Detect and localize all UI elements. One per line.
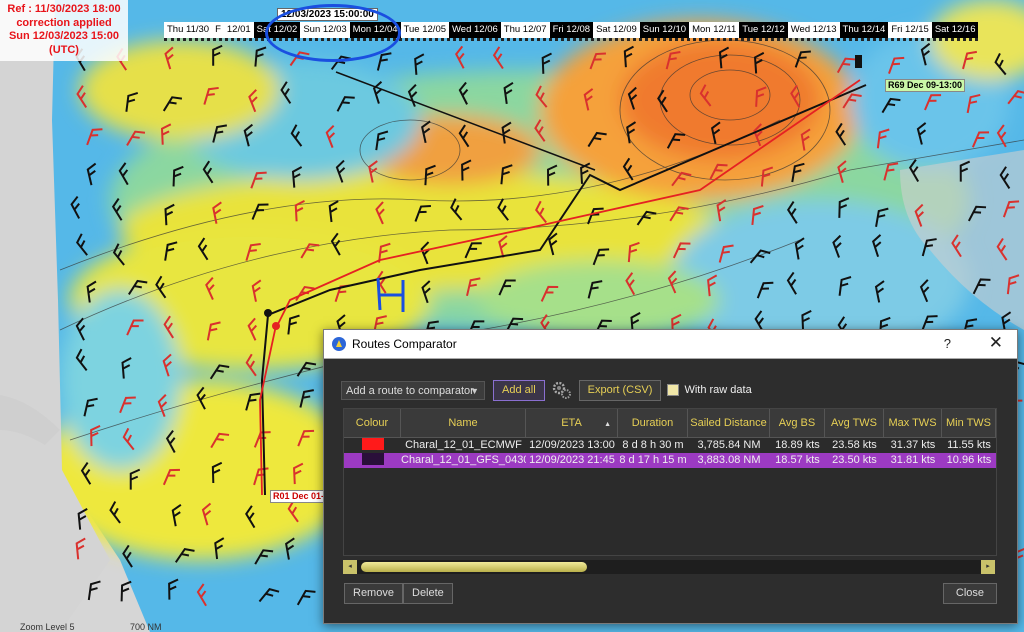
column-header[interactable]: Avg BS [770, 409, 825, 437]
ref-line: Ref : 11/30/2023 18:00 [7, 3, 121, 15]
reference-time-box: Ref : 11/30/2023 18:00 correction applie… [0, 0, 128, 61]
raw-data-label: With raw data [684, 384, 752, 396]
table-cell: 3,883.08 NM [697, 454, 761, 466]
remove-button[interactable]: Remove [344, 583, 403, 604]
table-row[interactable]: Charal_12_01_GFS_0430z 12/09/2023 21:45 8 … [344, 453, 996, 468]
table-body: Charal_12_01_ECMWF 12/09/2023 13:00 8 d 8 … [344, 438, 996, 468]
timeline-day[interactable]: Tue 12/12 [739, 22, 788, 38]
column-header-label: Duration [631, 417, 674, 429]
timeline-day[interactable]: Thu 12/07 [500, 22, 550, 38]
table-cell: 23.58 kts [832, 439, 877, 451]
dialog-title: Routes Comparator [352, 337, 457, 351]
column-header[interactable]: Min TWS [942, 409, 996, 437]
routes-table: Colour Name ETA ▲ Duration Sailed Distance Avg… [343, 408, 997, 556]
ref-line: Sun 12/03/2023 15:00 [8, 30, 120, 42]
column-header-label: ETA [561, 417, 582, 429]
timeline-day[interactable]: Fri 12/08 [549, 22, 594, 38]
table-cell: 8 d 17 h 15 m [619, 454, 687, 466]
app-icon [332, 337, 346, 351]
scroll-left-icon[interactable]: ◂ [343, 560, 357, 574]
timeline-day[interactable]: Sat 12/16 [931, 22, 979, 38]
close-button[interactable]: Close [942, 583, 997, 604]
timeline-day[interactable]: Mon 12/11 [689, 22, 740, 38]
scale-label: 700 NM [130, 622, 162, 632]
table-cell: 18.89 kts [775, 439, 820, 451]
column-header-label: Sailed Distance [690, 417, 767, 429]
column-header[interactable]: Name [401, 409, 526, 437]
dialog-toolbar: Add a route to comparator ▼ Add all Expo… [341, 379, 752, 401]
table-row[interactable]: Charal_12_01_ECMWF 12/09/2023 13:00 8 d 8 … [344, 438, 996, 453]
column-header-label: Colour [355, 417, 389, 429]
timeline-day[interactable]: Fri 12/15 [888, 22, 932, 38]
table-cell: 3,785.84 NM [697, 439, 761, 451]
table-cell: 31.37 kts [890, 439, 936, 451]
timeline-day[interactable]: Thu 11/30 [164, 22, 213, 38]
timeline-day[interactable]: F [212, 22, 224, 38]
table-cell: 12/09/2023 13:00 [529, 439, 615, 451]
table-cell: 23.50 kts [832, 454, 877, 466]
column-header[interactable]: Colour [344, 409, 401, 437]
colour-swatch[interactable] [361, 438, 384, 451]
column-header-label: Max TWS [888, 417, 937, 429]
table-cell: 12/09/2023 21:45 [529, 454, 615, 466]
column-header[interactable]: Avg TWS [825, 409, 884, 437]
timeline-day[interactable]: Wed 12/13 [787, 22, 840, 38]
column-header[interactable]: ETA ▲ [526, 409, 618, 437]
column-header-label: Avg TWS [830, 417, 878, 429]
help-icon[interactable]: ? [944, 336, 951, 351]
route-end-label[interactable]: R69 Dec 09-13:00 [885, 79, 966, 92]
table-cell: 31.81 kts [890, 454, 936, 466]
column-header[interactable]: Duration [618, 409, 688, 437]
scrollbar-thumb[interactable] [361, 562, 587, 572]
column-header-label: Min TWS [945, 417, 992, 429]
gears-icon[interactable] [551, 379, 573, 401]
timeline-day[interactable]: Thu 12/14 [839, 22, 889, 38]
raw-data-checkbox[interactable] [667, 384, 680, 396]
colour-cell[interactable] [344, 453, 401, 468]
ref-line: correction applied [16, 16, 112, 29]
delete-button[interactable]: Delete [403, 583, 453, 604]
timeline-day[interactable]: Sun 12/10 [639, 22, 690, 38]
column-header[interactable]: Max TWS [884, 409, 942, 437]
add-route-dropdown[interactable]: Add a route to comparator ▼ [341, 380, 485, 400]
timeline-day[interactable]: Sat 12/09 [593, 22, 640, 38]
column-header-label: Avg BS [778, 417, 816, 429]
timeline-day[interactable]: 12/01 [223, 22, 254, 38]
column-header[interactable]: Sailed Distance [688, 409, 770, 437]
sort-ascending-icon: ▲ [604, 421, 611, 428]
ref-line: (UTC) [49, 43, 79, 56]
routes-comparator-dialog: Routes Comparator ? ✕ Add a route to com… [323, 329, 1018, 624]
colour-swatch[interactable] [361, 453, 384, 466]
timeline-day[interactable]: Tue 12/05 [400, 22, 450, 38]
table-cell: 8 d 8 h 30 m [622, 439, 684, 451]
export-csv-button[interactable]: Export (CSV) [578, 379, 662, 401]
add-all-button[interactable]: Add all [493, 379, 545, 401]
dialog-titlebar[interactable]: Routes Comparator ? ✕ [324, 330, 1017, 359]
table-header: Colour Name ETA ▲ Duration Sailed Distance Avg… [344, 409, 996, 438]
route-start-label[interactable]: R01 Dec 01- [270, 490, 328, 503]
column-header-label: Name [448, 417, 478, 429]
close-icon[interactable]: ✕ [989, 333, 1003, 353]
scroll-right-icon[interactable]: ▸ [981, 560, 995, 574]
timeline-day[interactable]: Wed 12/06 [449, 22, 501, 38]
table-cell: 10.96 kts [946, 454, 992, 466]
zoom-level-label: Zoom Level 5 [20, 622, 75, 632]
table-cell: 18.57 kts [775, 454, 820, 466]
horizontal-scrollbar[interactable]: ◂ ▸ [343, 560, 995, 574]
table-cell: Charal_12_01_GFS_0430z [401, 454, 526, 466]
colour-cell[interactable] [344, 438, 401, 453]
add-route-dropdown-label: Add a route to comparator [346, 384, 474, 397]
highlight-ellipse [265, 4, 401, 62]
table-cell: Charal_12_01_ECMWF [405, 439, 522, 451]
table-cell: 11.55 kts [947, 439, 991, 451]
chevron-down-icon: ▼ [470, 385, 479, 396]
